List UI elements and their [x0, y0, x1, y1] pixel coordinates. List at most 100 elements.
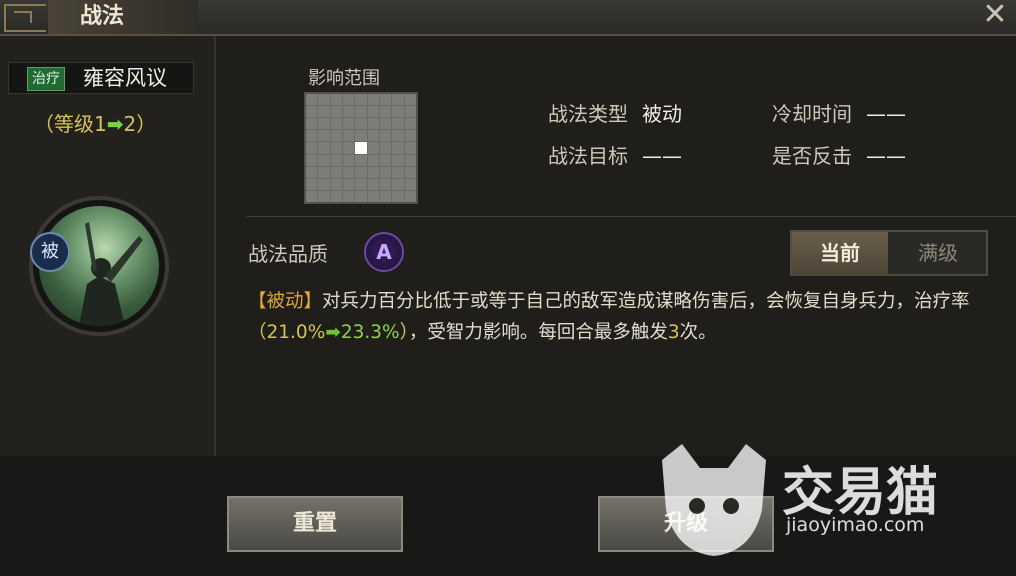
skill-name: 雍容风议	[83, 66, 167, 90]
range-grid-cell	[379, 154, 392, 166]
cooldown-value: ——	[866, 102, 906, 126]
range-grid	[304, 92, 418, 204]
cooldown-row: 冷却时间 ——	[772, 98, 906, 127]
range-grid-cell	[355, 106, 367, 118]
range-grid-cell	[392, 130, 404, 142]
range-grid-cell	[379, 190, 392, 202]
range-grid-cell	[379, 178, 392, 190]
range-grid-cell	[367, 190, 379, 202]
range-grid-cell	[392, 190, 404, 202]
range-grid-cell	[379, 142, 392, 154]
level-arrow-icon: ➡	[106, 112, 124, 136]
title-ornament	[4, 4, 46, 32]
desc-part1: 对兵力百分比低于或等于自己的敌军造成谋略伤害后，会恢复自身兵力，治疗率	[322, 291, 970, 312]
range-grid-cell	[379, 166, 392, 178]
range-grid-cell	[379, 106, 392, 118]
skill-name-box: 治疗 雍容风议	[8, 62, 194, 94]
range-grid-cell	[342, 190, 355, 202]
range-grid-cell	[306, 154, 318, 166]
range-grid-cell	[330, 142, 342, 154]
counter-row: 是否反击 ——	[772, 140, 906, 169]
title-bar: 战法 ✕	[0, 0, 1016, 36]
desc-paren-open: （	[248, 322, 267, 343]
level-toggle: 当前 满级	[790, 230, 988, 276]
range-grid-cell	[367, 142, 379, 154]
desc-rate-from: 21.0%	[266, 322, 326, 343]
range-grid-cell	[342, 178, 355, 190]
desc-arrow-icon: ➡	[325, 322, 341, 343]
range-grid-cell	[404, 130, 416, 142]
range-grid-cell	[330, 178, 342, 190]
range-grid-cell	[379, 118, 392, 130]
range-grid-cell	[392, 106, 404, 118]
range-grid-cell	[404, 178, 416, 190]
range-label: 影响范围	[308, 68, 380, 89]
range-grid-cell	[367, 154, 379, 166]
range-grid-cell	[330, 106, 342, 118]
quality-grade-icon: A	[364, 232, 404, 272]
divider	[246, 216, 1016, 217]
range-grid-cell	[379, 94, 392, 106]
cat-logo-icon	[662, 444, 766, 556]
range-grid-cell	[355, 178, 367, 190]
skill-level: （等级1➡2）	[34, 108, 156, 137]
desc-tag: 【被动】	[248, 291, 323, 312]
window-title: 战法	[80, 4, 125, 29]
range-grid-cell	[330, 130, 342, 142]
range-grid-cell	[342, 130, 355, 142]
range-grid-cell	[318, 106, 330, 118]
level-prefix: （等级1	[34, 112, 107, 136]
range-grid-cell	[355, 190, 367, 202]
range-grid-cell	[367, 106, 379, 118]
range-grid-cell	[306, 106, 318, 118]
range-grid-cell	[330, 118, 342, 130]
toggle-current[interactable]: 当前	[792, 232, 888, 274]
skill-target-label: 战法目标	[548, 144, 628, 168]
range-grid-cell	[404, 94, 416, 106]
skill-target-row: 战法目标 ——	[548, 140, 682, 169]
range-grid-cell	[318, 94, 330, 106]
range-grid-cell	[306, 166, 318, 178]
range-grid-cell	[306, 142, 318, 154]
skill-target-value: ——	[642, 144, 682, 168]
close-icon[interactable]: ✕	[980, 0, 1010, 32]
quality-label: 战法品质	[248, 242, 328, 266]
skill-description: 【被动】对兵力百分比低于或等于自己的敌军造成谋略伤害后，会恢复自身兵力，治疗率 （…	[248, 286, 998, 348]
range-grid-cell	[404, 118, 416, 130]
range-grid-cell	[318, 154, 330, 166]
range-grid-cell	[404, 166, 416, 178]
range-grid-cell	[318, 130, 330, 142]
range-grid-cell	[392, 166, 404, 178]
reset-button[interactable]: 重置	[227, 496, 403, 552]
counter-value: ——	[866, 144, 906, 168]
range-grid-cell	[379, 130, 392, 142]
range-grid-cell	[318, 178, 330, 190]
skill-type-value: 被动	[642, 102, 682, 126]
range-grid-cell	[330, 94, 342, 106]
range-grid-cell	[342, 94, 355, 106]
desc-rate-to: 23.3%	[340, 322, 400, 343]
range-grid-cell	[367, 94, 379, 106]
range-grid-cell	[330, 154, 342, 166]
range-grid-cell	[367, 178, 379, 190]
range-grid-cell	[355, 130, 367, 142]
desc-part2: ，受智力影响。每回合最多触发	[408, 322, 668, 343]
range-grid-cell	[318, 166, 330, 178]
range-grid-cell	[318, 118, 330, 130]
range-grid-cell	[306, 178, 318, 190]
skill-type-row: 战法类型 被动	[548, 98, 682, 127]
range-grid-cell	[404, 190, 416, 202]
cooldown-label: 冷却时间	[772, 102, 852, 126]
toggle-max-level[interactable]: 满级	[890, 232, 986, 274]
range-grid-cell	[392, 178, 404, 190]
skill-detail-panel: 影响范围 战法类型 被动 冷却时间 —— 战法目标 —— 是否反击 —— 战法品质 A …	[216, 36, 1016, 456]
range-grid-cell	[392, 154, 404, 166]
range-grid-cell	[392, 118, 404, 130]
range-grid-cell	[355, 118, 367, 130]
range-grid-cell	[392, 142, 404, 154]
skill-type-label: 战法类型	[548, 102, 628, 126]
desc-count: 3	[667, 322, 680, 343]
range-grid-cell	[342, 142, 355, 154]
desc-part3: 次。	[679, 322, 717, 343]
range-grid-cell	[342, 118, 355, 130]
